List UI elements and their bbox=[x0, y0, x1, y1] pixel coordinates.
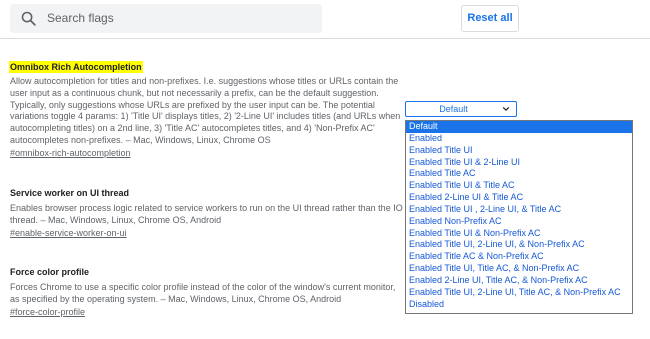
dropdown-option[interactable]: Enabled Title UI , 2-Line UI, & Title AC bbox=[406, 204, 632, 216]
flag-title: Omnibox Rich Autocompletion bbox=[9, 61, 143, 73]
dropdown-option[interactable]: Enabled Non-Prefix AC bbox=[406, 216, 632, 228]
flag-description: Allow autocompletion for titles and non-… bbox=[10, 76, 401, 145]
dropdown-option[interactable]: Default bbox=[406, 121, 632, 133]
flag-service-worker-on-ui: Service worker on UI thread Enables brow… bbox=[10, 187, 405, 239]
flag-description: Enables browser process logic related to… bbox=[10, 203, 403, 225]
flag-anchor-link[interactable]: #enable-service-worker-on-ui bbox=[10, 227, 405, 239]
flag-anchor-link[interactable]: #force-color-profile bbox=[10, 306, 405, 318]
select-value: Default bbox=[439, 104, 468, 114]
top-toolbar: Search flags Reset all bbox=[0, 0, 650, 39]
dropdown-option[interactable]: Enabled Title UI & Title AC bbox=[406, 180, 632, 192]
dropdown-option[interactable]: Enabled 2-Line UI, Title AC, & Non-Prefi… bbox=[406, 275, 632, 287]
search-box[interactable]: Search flags bbox=[10, 4, 322, 33]
dropdown-option[interactable]: Enabled Title AC & Non-Prefix AC bbox=[406, 251, 632, 263]
dropdown-option[interactable]: Enabled bbox=[406, 133, 632, 145]
dropdown-option[interactable]: Enabled Title UI & 2-Line UI bbox=[406, 157, 632, 169]
flag-description: Forces Chrome to use a specific color pr… bbox=[10, 282, 396, 304]
flag-force-color-profile: Force color profile Forces Chrome to use… bbox=[10, 266, 405, 318]
dropdown-options-list: Default Enabled Enabled Title UI Enabled… bbox=[405, 120, 633, 314]
reset-all-button[interactable]: Reset all bbox=[461, 5, 519, 32]
flag-omnibox-rich-autocompletion: Omnibox Rich Autocompletion Allow autoco… bbox=[9, 57, 405, 159]
dropdown-option[interactable]: Enabled Title UI & Non-Prefix AC bbox=[406, 228, 632, 240]
dropdown-option[interactable]: Enabled Title AC bbox=[406, 168, 632, 180]
dropdown-option[interactable]: Enabled Title UI, 2-Line UI, Title AC, &… bbox=[406, 287, 632, 299]
dropdown-option[interactable]: Enabled Title UI, Title AC, & Non-Prefix… bbox=[406, 263, 632, 275]
search-icon bbox=[21, 11, 36, 26]
dropdown-option[interactable]: Enabled 2-Line UI & Title AC bbox=[406, 192, 632, 204]
dropdown-option[interactable]: Enabled Title UI bbox=[406, 145, 632, 157]
flag-title: Force color profile bbox=[10, 267, 90, 277]
chevron-down-icon bbox=[502, 106, 510, 112]
dropdown-option[interactable]: Enabled Title UI, 2-Line UI, & Non-Prefi… bbox=[406, 239, 632, 251]
flag-title: Service worker on UI thread bbox=[10, 188, 130, 198]
flag-state-select[interactable]: Default bbox=[405, 101, 517, 117]
flag-anchor-link[interactable]: #omnibox-rich-autocompletion bbox=[10, 147, 405, 159]
dropdown-option[interactable]: Disabled bbox=[406, 299, 632, 311]
search-input[interactable]: Search flags bbox=[47, 11, 114, 25]
